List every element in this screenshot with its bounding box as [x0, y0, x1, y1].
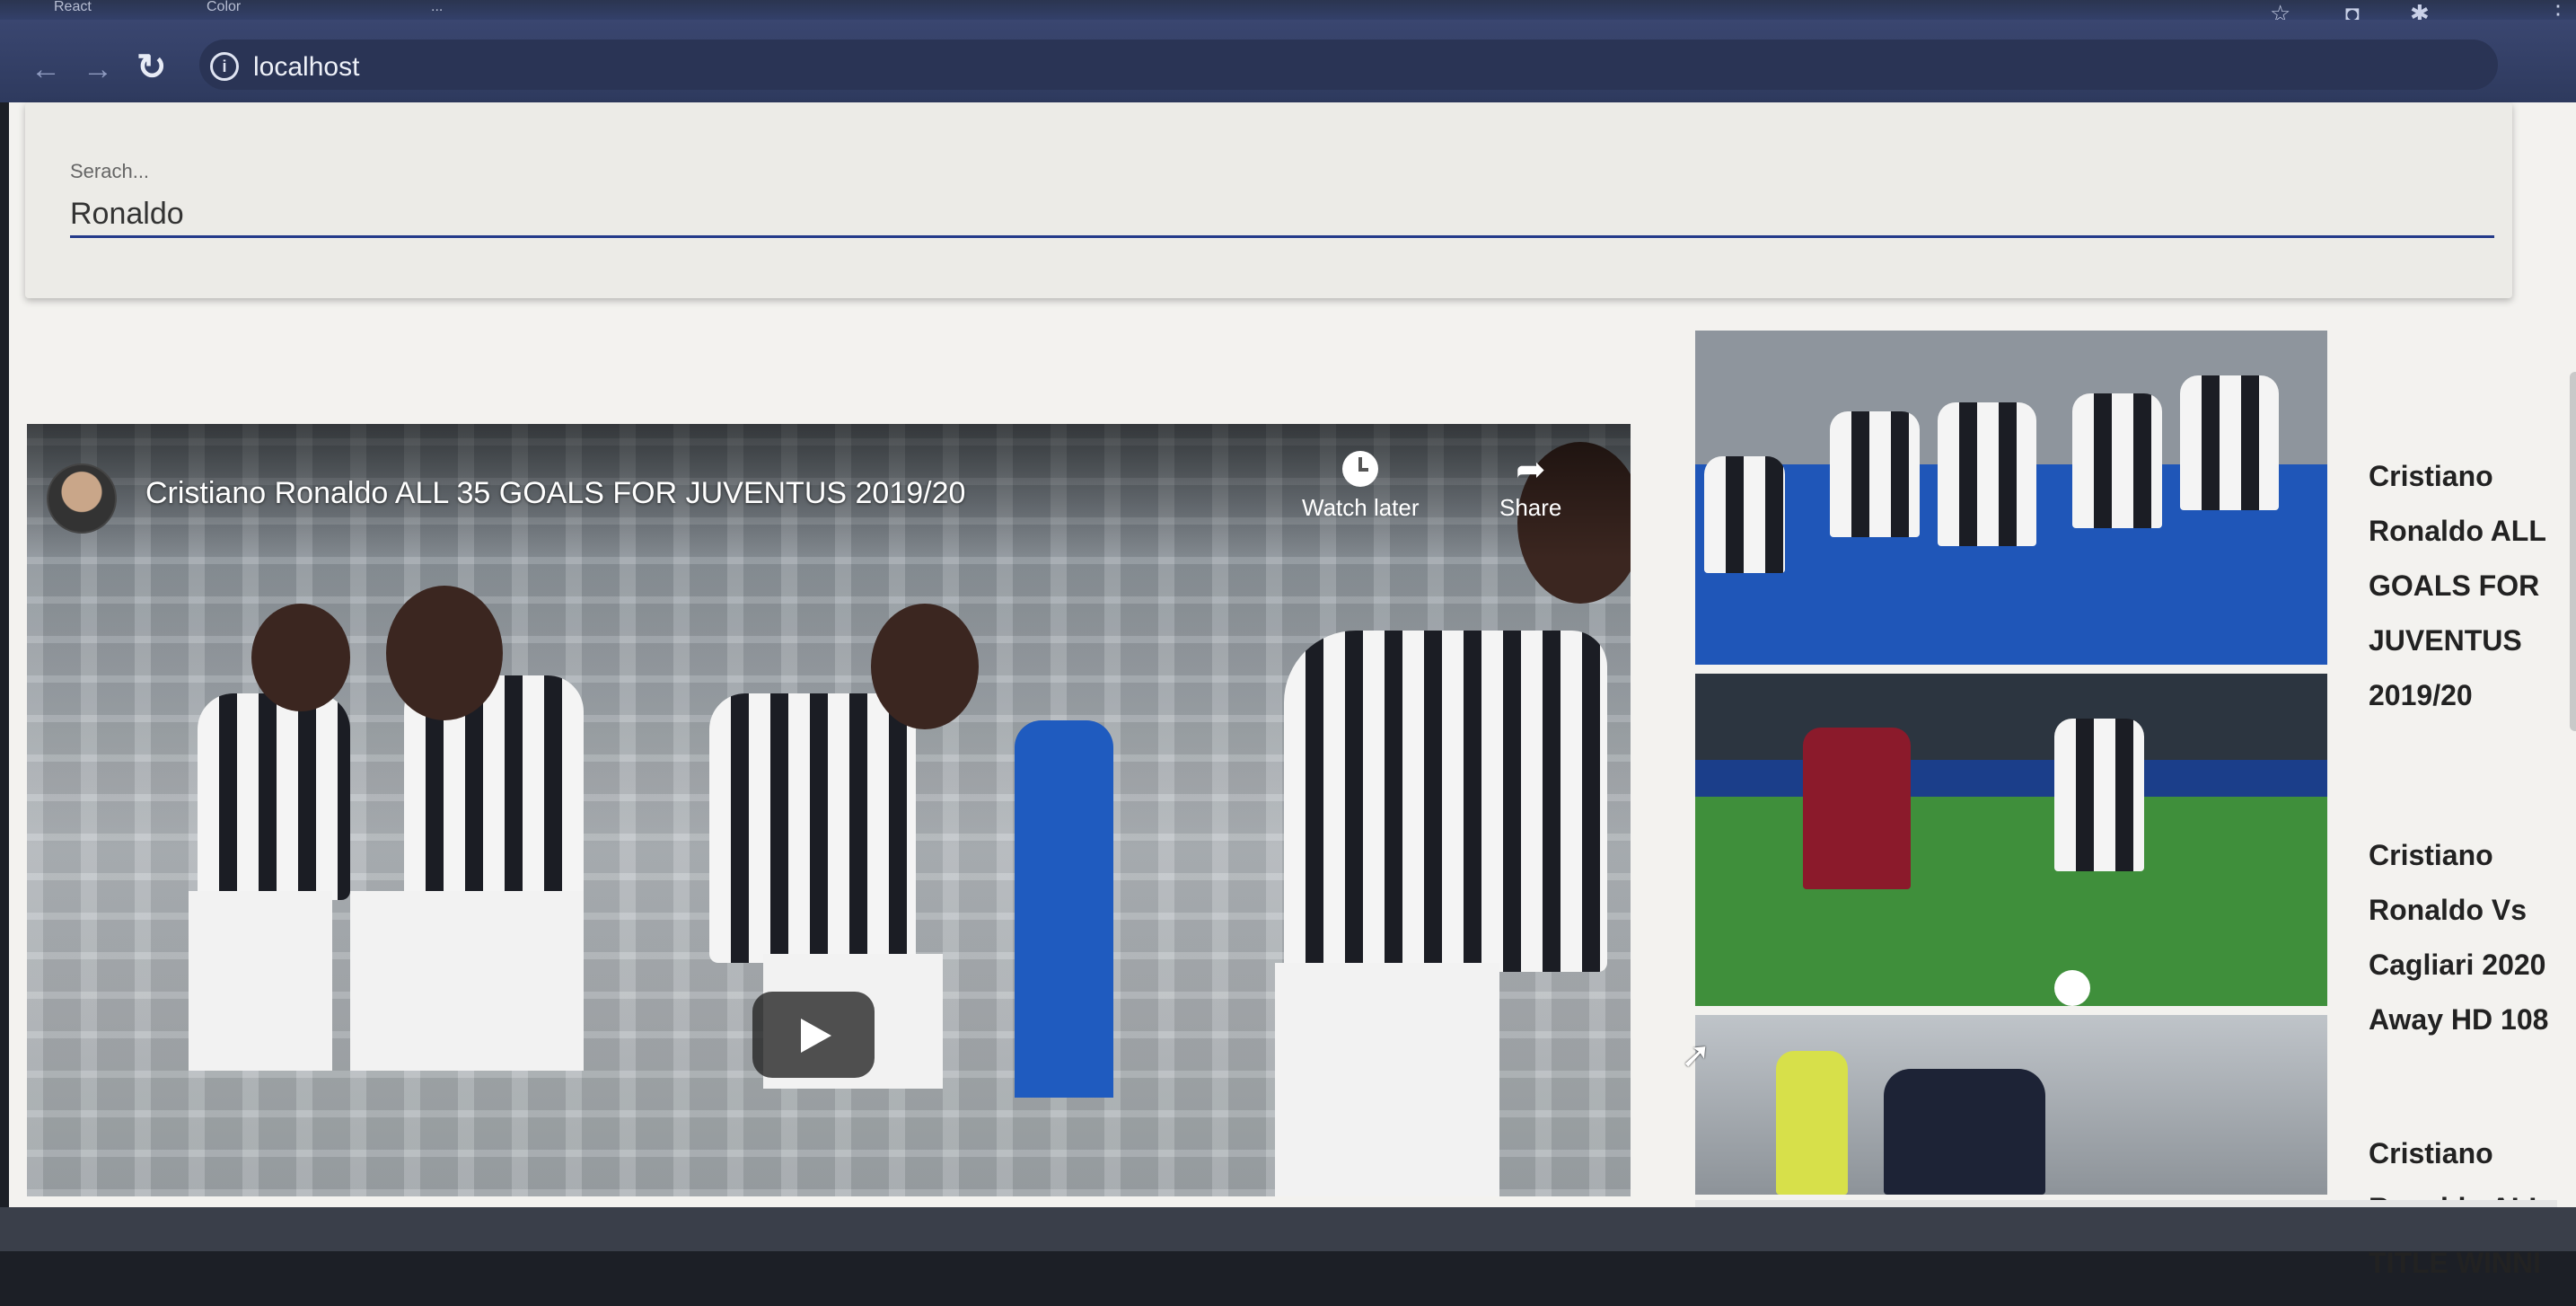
page-content: Serach... Cristiano Ronaldo ALL 35 GOALS… — [9, 102, 2576, 1279]
search-card: Serach... — [25, 102, 2512, 298]
player-figure — [1830, 411, 1920, 537]
back-icon[interactable]: ← — [31, 52, 61, 87]
player-figure — [2180, 375, 2279, 510]
player-shorts — [189, 891, 332, 1071]
share-button[interactable]: ➦ Share — [1499, 451, 1561, 522]
result-thumbnail[interactable] — [1695, 331, 2327, 665]
play-icon[interactable] — [752, 992, 875, 1078]
share-label: Share — [1499, 494, 1562, 521]
player-figure — [1803, 728, 1911, 889]
search-label: Serach... — [70, 160, 150, 182]
player-head — [871, 604, 979, 729]
clock-icon — [1342, 451, 1379, 487]
forward-icon[interactable]: → — [83, 52, 113, 87]
bottom-bar — [0, 1207, 2576, 1251]
player-figure — [2072, 393, 2162, 528]
player-figure — [1284, 631, 1607, 972]
player-figure — [1015, 720, 1113, 1098]
browser-tab[interactable]: React — [54, 0, 189, 20]
search-input[interactable] — [70, 192, 2494, 238]
player-figure — [1938, 402, 2036, 546]
browser-tab-strip: React Color ... ☆ ◘ ✱ ⋮ — [0, 0, 2576, 27]
player-figure — [1884, 1069, 2045, 1195]
player-figure — [2054, 719, 2144, 871]
player-figure — [709, 693, 916, 963]
mouse-cursor-icon: ➚ — [1681, 1036, 1711, 1075]
browser-tab[interactable]: Color — [207, 0, 350, 20]
browser-tab[interactable]: ... — [431, 0, 593, 20]
channel-avatar[interactable] — [47, 463, 117, 534]
vertical-scrollbar[interactable] — [2570, 372, 2576, 731]
player-head — [386, 586, 503, 720]
result-title[interactable]: Cristiano Ronaldo ALL GOALS FOR JUVENTUS… — [2369, 449, 2576, 723]
share-icon: ➦ — [1515, 450, 1546, 490]
player-shorts — [1275, 963, 1499, 1196]
result-thumbnail[interactable] — [1695, 674, 2327, 1006]
player-figure — [1704, 456, 1785, 573]
player-shorts — [350, 891, 584, 1071]
url-text: localhost — [253, 52, 360, 82]
player-figure — [1776, 1051, 1848, 1195]
watch-later-button[interactable]: Watch later — [1302, 451, 1420, 522]
browser-toolbar: ← → ↻ i localhost — [0, 20, 2576, 102]
address-bar[interactable]: i localhost — [199, 40, 2498, 90]
player-head — [251, 604, 350, 711]
reload-icon[interactable]: ↻ — [136, 47, 167, 88]
player-figure — [198, 693, 350, 900]
result-thumbnail[interactable] — [1695, 1015, 2327, 1195]
video-player[interactable]: Cristiano Ronaldo ALL 35 GOALS FOR JUVEN… — [27, 424, 1631, 1196]
watch-later-label: Watch later — [1302, 494, 1420, 521]
info-icon[interactable]: i — [210, 52, 239, 81]
ball — [2054, 970, 2090, 1006]
video-title[interactable]: Cristiano Ronaldo ALL 35 GOALS FOR JUVEN… — [145, 476, 965, 511]
result-title[interactable]: Cristiano Ronaldo Vs Cagliari 2020 Away … — [2369, 828, 2576, 1047]
